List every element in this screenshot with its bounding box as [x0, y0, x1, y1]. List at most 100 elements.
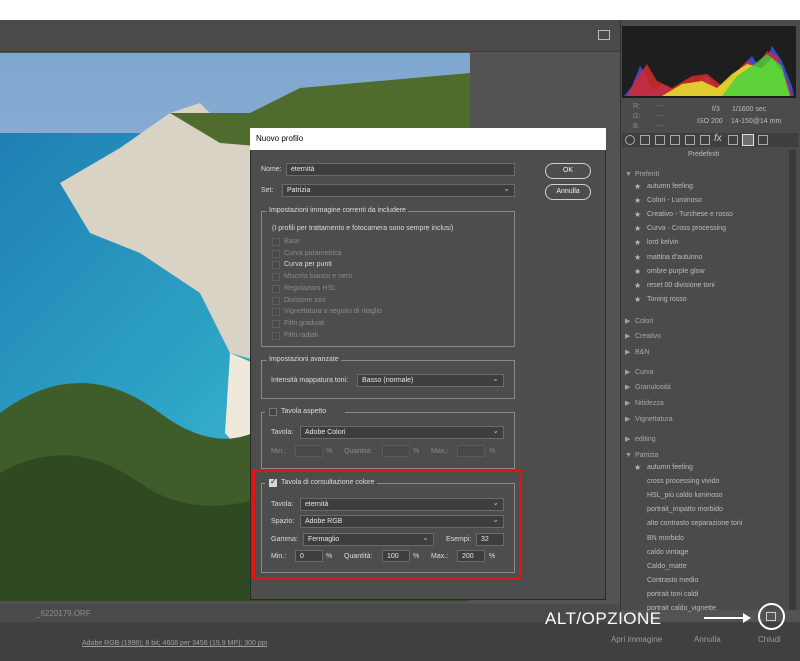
preset-group[interactable]: Patrizia	[635, 451, 658, 461]
patrizia-preset-item[interactable]: HSL_più caldo luminoso	[647, 491, 723, 501]
chevron-right-icon[interactable]: ▶	[625, 435, 630, 445]
set-label: Set:	[261, 187, 274, 194]
panel-tabs: fx	[622, 133, 798, 147]
patrizia-preset-item[interactable]: portrait toni caldi	[647, 590, 698, 600]
settings-item-label: Vignettatura a seguito di ritaglio	[284, 308, 382, 316]
look-amount-input[interactable]	[382, 445, 410, 457]
look-min-label: Min.:	[271, 448, 287, 455]
chevron-right-icon[interactable]: ▶	[625, 415, 630, 425]
favorite-preset-item[interactable]: autumn feeling	[647, 182, 693, 192]
chevron-right-icon[interactable]: ▶	[625, 399, 630, 409]
presets-tab-icon[interactable]	[742, 134, 754, 146]
exif-iso: ISO 200	[697, 118, 723, 125]
favorite-preset-item[interactable]: lord kelvin	[647, 238, 679, 248]
set-select[interactable]: Patrizia	[282, 184, 515, 197]
exif-lens: 14-150@14 mm	[731, 118, 782, 125]
patrizia-preset-item[interactable]: alto contrasto separazione toni	[647, 519, 742, 529]
settings-checkbox[interactable]	[272, 331, 280, 340]
histogram	[622, 26, 796, 98]
split-tab-icon[interactable]	[685, 135, 695, 145]
settings-checkbox[interactable]	[272, 296, 280, 305]
preset-group[interactable]: B&N	[635, 348, 649, 358]
favorite-preset-item[interactable]: Curva - Cross processing	[647, 224, 726, 234]
look-min-pct: %	[326, 448, 333, 455]
patrizia-preset-item[interactable]: autumn feeling	[647, 463, 693, 473]
chevron-right-icon[interactable]: ▶	[625, 348, 630, 358]
settings-checkbox[interactable]	[272, 319, 280, 328]
chevron-right-icon[interactable]: ▶	[625, 368, 630, 378]
dialog-title: Nuovo profilo	[250, 128, 606, 150]
calibration-tab-icon[interactable]	[728, 135, 738, 145]
basic-tab-icon[interactable]	[625, 135, 635, 145]
settings-item-label: Regolazioni HSL	[284, 284, 337, 292]
name-input[interactable]: eternità	[286, 163, 515, 176]
cancel-button[interactable]: Annulla	[694, 635, 721, 644]
preset-group[interactable]: Granulosità	[635, 383, 671, 393]
favorite-preset-item[interactable]: Creativo - Turchese e rosso	[647, 210, 733, 220]
look-min-input[interactable]	[295, 445, 323, 457]
settings-checkbox[interactable]	[272, 238, 280, 246]
chevron-right-icon[interactable]: ▶	[625, 317, 630, 327]
detail-tab-icon[interactable]	[655, 135, 665, 145]
fx-tab-icon[interactable]: fx	[714, 133, 722, 144]
lens-tab-icon[interactable]	[700, 135, 710, 145]
hsl-tab-icon[interactable]	[670, 135, 680, 145]
settings-checkbox[interactable]	[272, 249, 280, 258]
settings-checkbox[interactable]	[272, 261, 280, 270]
star-icon: ★	[634, 294, 642, 304]
preset-group[interactable]: Vignettatura	[635, 415, 673, 425]
look-table-label: Tavola:	[271, 429, 294, 436]
look-checkbox[interactable]	[269, 408, 277, 416]
workflow-options-link[interactable]: Adobe RGB (1998); 8 bit; 4608 per 3456 (…	[82, 640, 267, 647]
advanced-header: Impostazioni avanzate	[267, 355, 341, 365]
annotation-arrow	[704, 617, 748, 619]
chevron-down-icon[interactable]: ▼	[625, 451, 632, 461]
status-bar: _6220179.ORF	[0, 604, 620, 622]
patrizia-preset-item[interactable]: portrait_impatto morbido	[647, 505, 723, 515]
close-button[interactable]: Chiudi	[758, 635, 781, 644]
settings-checkbox[interactable]	[272, 284, 280, 293]
settings-checkbox[interactable]	[272, 308, 280, 317]
settings-item-label: Miscela bianco e nero	[284, 273, 353, 281]
preset-group[interactable]: Nitidezza	[635, 399, 664, 409]
look-max-input[interactable]	[457, 445, 485, 457]
highlight-box	[252, 469, 522, 580]
patrizia-preset-item[interactable]: caldo vintage	[647, 548, 688, 558]
chevron-down-icon[interactable]: ▼	[625, 170, 632, 180]
look-amount-pct: %	[413, 448, 420, 455]
patrizia-preset-item[interactable]: BN morbido	[647, 534, 684, 544]
look-table-select[interactable]: Adobe Colori	[300, 426, 504, 439]
new-preset-icon[interactable]	[766, 612, 776, 621]
favorite-preset-item[interactable]: ombre purple glow	[647, 267, 705, 277]
chevron-right-icon[interactable]: ▶	[625, 383, 630, 393]
preset-group[interactable]: editing	[635, 435, 656, 445]
favorite-preset-item[interactable]: Toning rosso	[647, 295, 687, 305]
star-icon: ★	[634, 266, 642, 276]
patrizia-preset-item[interactable]: cross processing vivido	[647, 477, 719, 487]
favorite-preset-item[interactable]: mattina d'autunno	[647, 253, 702, 263]
tone-label: Intensità mappatura toni:	[271, 377, 349, 384]
exif-g: G:	[633, 113, 641, 120]
star-icon: ★	[634, 280, 642, 290]
chevron-right-icon[interactable]: ▶	[625, 332, 630, 342]
ok-button[interactable]: OK	[545, 163, 591, 179]
cancel-dialog-button[interactable]: Annulla	[545, 184, 591, 200]
star-icon: ★	[634, 182, 642, 191]
favorite-preset-item[interactable]: Colori - Luminoso	[647, 196, 702, 206]
preset-group[interactable]: Creativo	[635, 332, 661, 342]
scrollbar[interactable]	[789, 150, 796, 610]
favorite-preset-item[interactable]: reset 00 divisione toni	[647, 281, 715, 291]
curve-tab-icon[interactable]	[640, 135, 650, 145]
preset-group[interactable]: Colori	[635, 317, 653, 327]
exif-r-val: ---	[656, 103, 663, 110]
tone-select[interactable]: Basso (normale)	[357, 374, 504, 387]
patrizia-preset-item[interactable]: Contrasto medio	[647, 576, 698, 586]
favorites-group[interactable]: Preferiti	[635, 170, 659, 180]
preset-group[interactable]: Curva	[635, 368, 654, 378]
snapshots-tab-icon[interactable]	[758, 135, 768, 145]
exif-g-val: ---	[656, 113, 663, 120]
patrizia-preset-item[interactable]: Caldo_matte	[647, 562, 687, 572]
open-image-button[interactable]: Apri immagine	[611, 635, 662, 644]
fullscreen-icon[interactable]	[598, 30, 610, 40]
settings-checkbox[interactable]	[272, 273, 280, 282]
